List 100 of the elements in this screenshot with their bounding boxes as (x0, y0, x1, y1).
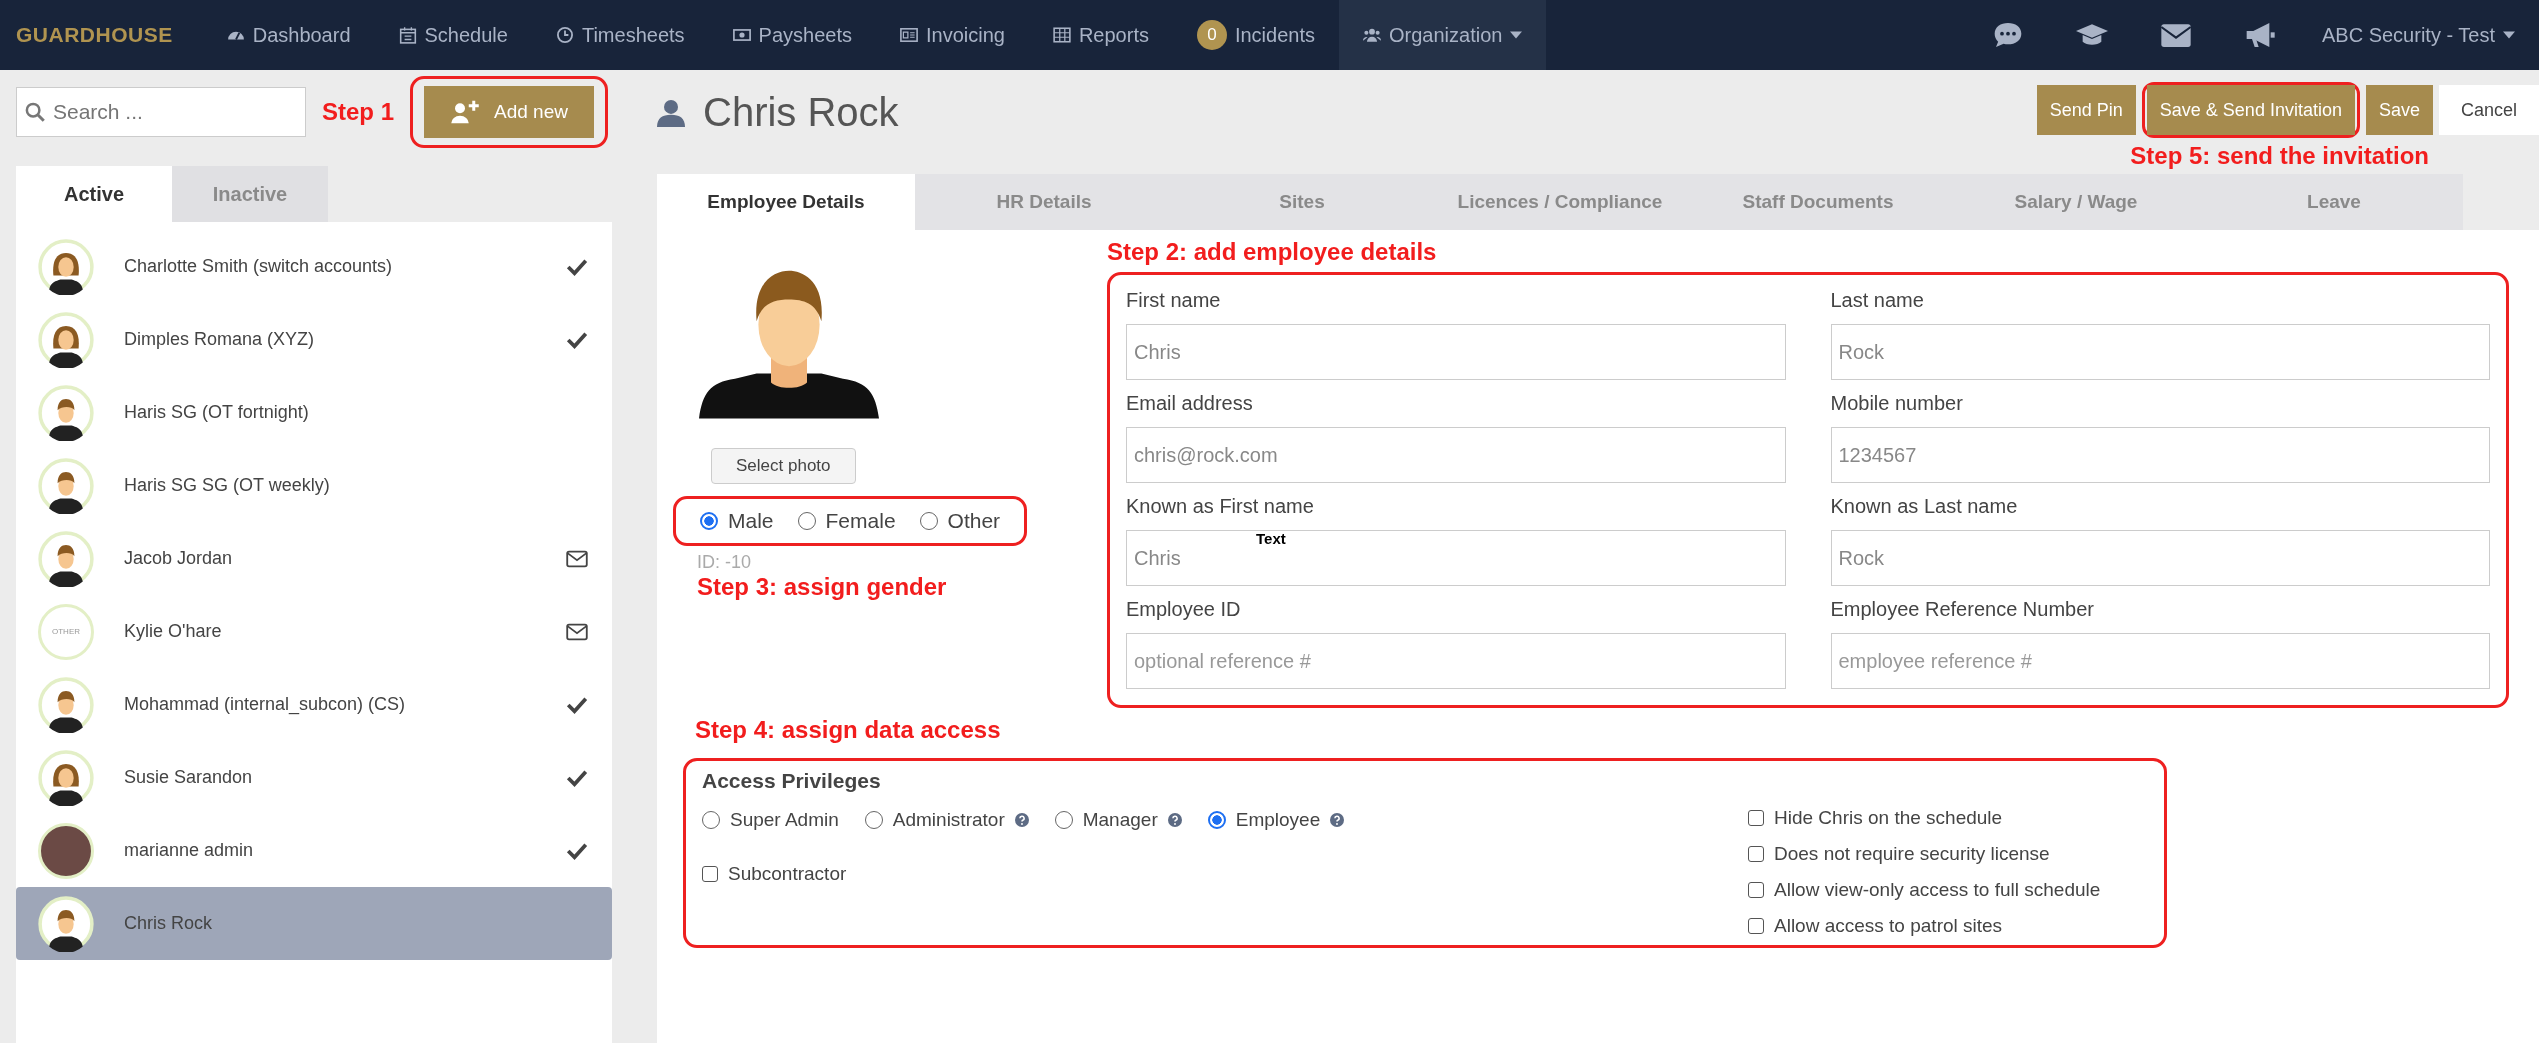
id-text: ID: -10 (697, 552, 752, 573)
caret-icon[interactable] (2503, 31, 2515, 39)
action-button[interactable]: Cancel (2438, 85, 2539, 135)
field-label: Known as Last name (1830, 495, 2019, 518)
input-field[interactable]: Chris (1126, 324, 1786, 380)
checkbox-label: Subcontractor (728, 863, 847, 885)
radio-label: Employee (1235, 809, 1321, 831)
person-row[interactable]: Chris Rock (16, 887, 612, 960)
checkbox-label: Allow access to patrol sites (1774, 915, 2003, 937)
radio-label: Female (825, 509, 896, 533)
nav-item[interactable]: Paysheets (708, 0, 876, 70)
person-row[interactable]: Jacob Jordan (16, 522, 612, 595)
add-user-icon (450, 100, 481, 124)
person-name: Dimples Romana (XYZ) (124, 329, 316, 350)
account-menu[interactable]: ABC Security - Test (2321, 23, 2495, 47)
person-row[interactable]: Charlotte Smith (switch accounts) (16, 230, 612, 303)
person-row[interactable]: Haris SG SG (OT weekly) (16, 449, 612, 522)
person-name: Susie Sarandon (124, 767, 254, 788)
person-name: Chris Rock (124, 913, 213, 934)
male-avatar-icon (38, 457, 94, 514)
person-name: Haris SG (OT fortnight) (124, 402, 310, 423)
search-field[interactable]: Search ... (16, 87, 306, 137)
section-title: Access Privileges (702, 769, 882, 793)
nav-item[interactable]: Organization (1339, 0, 1547, 70)
checkbox-label: Does not require security license (1774, 843, 2050, 865)
person-name: marianne admin (124, 840, 255, 861)
page-title: Chris Rock (703, 90, 899, 135)
male-avatar-icon (38, 895, 94, 952)
help-icon[interactable] (1167, 813, 1182, 827)
step-annotation: Step 4: assign data access (695, 716, 1002, 744)
field-label: Last name (1830, 289, 1925, 312)
input-field[interactable]: Rock (1830, 530, 2490, 586)
male-avatar-icon (38, 676, 94, 733)
nav-item[interactable]: 0 Incidents (1172, 0, 1339, 70)
radio-label: Other (947, 509, 1001, 533)
step-annotation: Step 1 (322, 98, 395, 126)
radio-button[interactable] (700, 512, 718, 530)
person-name: Haris SG SG (OT weekly) (124, 475, 331, 496)
field-label: Employee Reference Number (1830, 598, 2095, 621)
person-row[interactable]: Susie Sarandon (16, 741, 612, 814)
person-row[interactable]: Haris SG (OT fortnight) (16, 376, 612, 449)
nav-item[interactable]: Timesheets (531, 0, 709, 70)
radio-label: Male (728, 509, 774, 533)
person-icon (657, 97, 685, 128)
radio-label: Administrator (892, 809, 1005, 831)
newspaper-icon (899, 26, 918, 44)
person-row[interactable]: marianne admin (16, 814, 612, 887)
nav-item[interactable]: Schedule (374, 0, 532, 70)
person-name: Kylie O'hare (124, 621, 223, 642)
radio-label: Super Admin (730, 809, 839, 831)
field-label: Email address (1126, 392, 1254, 415)
users-icon (1363, 26, 1381, 44)
person-row[interactable]: Dimples Romana (XYZ) (16, 303, 612, 376)
field-label: Mobile number (1830, 392, 1964, 415)
checkbox[interactable] (702, 866, 718, 882)
field-label: Known as First name (1126, 495, 1315, 518)
help-icon[interactable] (1330, 813, 1345, 827)
male-avatar-icon (38, 530, 94, 587)
checkbox[interactable] (1748, 846, 1764, 862)
person-name: Jacob Jordan (124, 548, 234, 569)
checkbox[interactable] (1748, 918, 1764, 934)
envelope-icon (566, 621, 588, 642)
count-badge: 0 (1196, 20, 1227, 50)
avatar-placeholder: OTHER (38, 603, 94, 660)
checkbox[interactable] (1748, 882, 1764, 898)
field-label: First name (1126, 289, 1222, 312)
nav-item[interactable]: Reports (1028, 0, 1173, 70)
input-field[interactable]: 1234567 (1830, 427, 2490, 483)
radio-button[interactable] (1207, 811, 1226, 829)
male-avatar-icon (38, 384, 94, 441)
nav-item[interactable]: Invoicing (875, 0, 1029, 70)
input-field[interactable]: employee reference # (1830, 633, 2490, 689)
step-annotation: Step 5: send the invitation (2130, 142, 2429, 170)
person-row[interactable]: Mohammad (internal_subcon) (CS) (16, 668, 612, 741)
step-annotation: Step 2: add employee details (1107, 238, 1438, 266)
help-icon[interactable] (1014, 813, 1029, 827)
female-avatar-icon (38, 311, 94, 368)
clock-icon (555, 26, 574, 44)
select-photo-button[interactable]: Select photo (711, 448, 856, 484)
female-avatar-icon (38, 238, 94, 295)
table-icon (1052, 26, 1071, 44)
calendar-icon (398, 26, 417, 44)
nav-item[interactable]: Dashboard (202, 0, 375, 70)
person-name: Mohammad (internal_subcon) (CS) (124, 694, 407, 715)
overlay-label: Text (1256, 530, 1286, 547)
input-field[interactable]: optional reference # (1126, 633, 1786, 689)
photo-placeholder (38, 822, 94, 879)
radio-label: Manager (1082, 809, 1158, 831)
section-tab[interactable]: Employee Details (657, 174, 915, 230)
search-icon (25, 102, 45, 122)
input-field[interactable]: Rock (1830, 324, 2490, 380)
female-avatar-icon (38, 749, 94, 806)
checkbox[interactable] (1748, 810, 1764, 826)
brand-logo[interactable]: GUARDHOUSE (16, 23, 173, 47)
checkbox-label: Allow view-only access to full schedule (1774, 879, 2101, 901)
input-field[interactable]: chris@rock.com (1126, 427, 1786, 483)
field-label: Employee ID (1126, 598, 1242, 621)
filter-tab[interactable]: Active (16, 166, 172, 222)
person-row[interactable]: OTHER Kylie O'hare (16, 595, 612, 668)
step-annotation: Step 3: assign gender (697, 573, 947, 601)
